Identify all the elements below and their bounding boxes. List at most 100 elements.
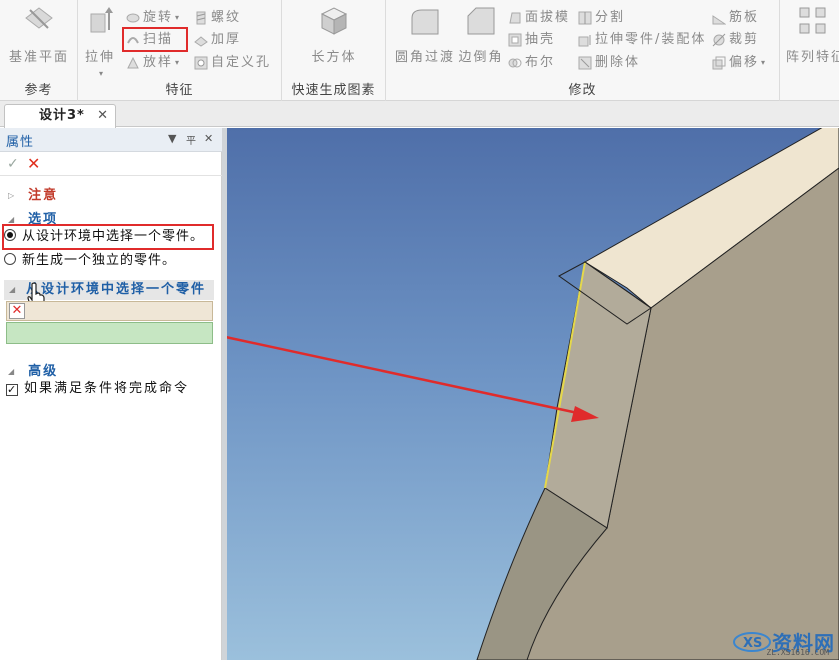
sub-section-select-part-label: 从设计环境中选择一个零件 bbox=[26, 282, 207, 297]
extrude-dropdown-icon[interactable]: ▾ bbox=[99, 69, 103, 78]
trim-button[interactable]: 裁剪 bbox=[712, 30, 759, 50]
rib-icon bbox=[712, 15, 726, 25]
radio-new-independent-part-label: 新生成一个独立的零件。 bbox=[22, 253, 177, 268]
loft-dropdown-icon[interactable]: ▾ bbox=[175, 53, 181, 73]
fillet-button[interactable]: 圆角过渡 bbox=[394, 4, 456, 65]
radio-select-from-design-label: 从设计环境中选择一个零件。 bbox=[22, 229, 205, 244]
collapse-arrow-icon: ◢ bbox=[8, 367, 17, 376]
boolean-icon bbox=[508, 58, 522, 68]
trim-label: 裁剪 bbox=[729, 32, 760, 47]
box-primitive-label: 长方体 bbox=[311, 50, 357, 65]
custom-hole-icon bbox=[194, 56, 208, 70]
3d-viewport[interactable]: XS 资料网 ZL.XS1616.COM bbox=[227, 128, 839, 660]
rib-button[interactable]: 筋板 bbox=[712, 8, 759, 28]
ribbon-group-features: 拉伸 ▾ 旋转 ▾ 扫描 放样 ▾ 螺纹 加厚 自定义孔 特征 bbox=[78, 0, 282, 101]
ribbon: 基准平面 参考 拉伸 ▾ 旋转 ▾ 扫描 放样 ▾ 螺纹 加厚 自定义孔 特征 … bbox=[0, 0, 839, 101]
split-button[interactable]: 分割 bbox=[578, 8, 625, 28]
property-panel-header: 属性 ▼ 平 ✕ bbox=[0, 128, 222, 152]
offset-dropdown-icon[interactable]: ▾ bbox=[761, 53, 767, 73]
radio-off-icon[interactable] bbox=[4, 253, 16, 265]
shell-button[interactable]: 抽壳 bbox=[508, 30, 555, 50]
chamfer-icon bbox=[467, 7, 495, 35]
face-draft-icon bbox=[509, 12, 521, 24]
tab-design3[interactable]: 设计3* ✕ bbox=[4, 104, 116, 128]
ribbon-group-quick-primitives: 长方体 快速生成图素 bbox=[282, 0, 386, 101]
pattern-feature-button[interactable]: 阵列特征 bbox=[786, 4, 839, 65]
thread-icon bbox=[196, 11, 206, 25]
auto-finish-label: 如果满足条件将完成命令 bbox=[24, 381, 190, 396]
box-primitive-button[interactable]: 长方体 bbox=[302, 4, 366, 65]
face-draft-button[interactable]: 面拔模 bbox=[508, 8, 570, 28]
loft-button[interactable]: 放样 ▾ bbox=[126, 53, 181, 73]
fillet-label: 圆角过渡 bbox=[394, 50, 455, 65]
revolve-icon bbox=[126, 13, 140, 23]
revolve-button[interactable]: 旋转 ▾ bbox=[126, 8, 181, 28]
thicken-label: 加厚 bbox=[211, 32, 242, 47]
part-selection-field[interactable]: ✕ bbox=[6, 301, 213, 321]
fillet-icon bbox=[411, 9, 439, 35]
extrude-icon bbox=[90, 7, 113, 33]
panel-action-bar: ✓ ✕ bbox=[0, 152, 222, 176]
collapse-arrow-icon: ◢ bbox=[9, 285, 18, 294]
pattern-feature-label: 阵列特征 bbox=[786, 50, 839, 65]
collapse-arrow-icon: ◢ bbox=[8, 215, 17, 224]
thread-label: 螺纹 bbox=[211, 10, 242, 25]
chamfer-button[interactable]: 边倒角 bbox=[458, 4, 504, 65]
panel-pin-icon[interactable]: 平 bbox=[186, 132, 196, 147]
loft-label: 放样 bbox=[143, 55, 174, 70]
offset-button[interactable]: 偏移 ▾ bbox=[712, 53, 767, 73]
tab-close-icon[interactable]: ✕ bbox=[97, 105, 109, 127]
boolean-button[interactable]: 布尔 bbox=[508, 53, 555, 73]
split-icon bbox=[578, 11, 592, 25]
thicken-icon bbox=[194, 36, 208, 47]
panel-title: 属性 bbox=[6, 135, 35, 150]
loft-icon bbox=[127, 56, 139, 69]
extrude-part-assembly-button[interactable]: 拉伸零件/装配体 bbox=[578, 30, 706, 50]
tab-design3-label: 设计3* bbox=[39, 108, 85, 123]
group-label-modify: 修改 bbox=[568, 83, 597, 98]
delete-body-button[interactable]: 删除体 bbox=[578, 53, 640, 73]
part-selection-list[interactable] bbox=[6, 322, 213, 344]
custom-hole-button[interactable]: 自定义孔 bbox=[194, 53, 271, 73]
document-tab-strip: 设计3* ✕ bbox=[0, 101, 839, 128]
offset-icon bbox=[712, 56, 726, 70]
watermark-url: ZL.XS1616.COM bbox=[766, 648, 829, 657]
shell-icon bbox=[508, 33, 522, 47]
group-label-reference: 参考 bbox=[24, 83, 53, 98]
extrude-part-assembly-icon bbox=[578, 35, 591, 47]
group-label-quick-primitives: 快速生成图素 bbox=[291, 83, 376, 98]
checkbox-checked-icon[interactable]: ✓ bbox=[6, 384, 18, 396]
property-panel: 属性 ▼ 平 ✕ ✓ ✕ ▷ 注意 ◢ 选项 从设计环境中选择一个零件。 新生成一个… bbox=[0, 128, 222, 660]
group-label-features: 特征 bbox=[165, 83, 194, 98]
thread-button[interactable]: 螺纹 bbox=[194, 8, 241, 28]
section-notice[interactable]: ▷ 注意 bbox=[8, 184, 58, 203]
extrude-label: 拉伸 bbox=[84, 50, 115, 65]
face-draft-label: 面拔模 bbox=[525, 10, 571, 25]
datum-plane-icon bbox=[25, 7, 53, 29]
radio-select-from-design[interactable]: 从设计环境中选择一个零件。 bbox=[4, 227, 204, 247]
rib-label: 筋板 bbox=[729, 10, 760, 25]
cancel-x-icon[interactable]: ✕ bbox=[27, 154, 40, 173]
radio-new-independent-part[interactable]: 新生成一个独立的零件。 bbox=[4, 251, 176, 271]
auto-finish-checkbox-row[interactable]: ✓ 如果满足条件将完成命令 bbox=[6, 377, 189, 396]
revolve-dropdown-icon[interactable]: ▾ bbox=[175, 8, 181, 28]
panel-menu-icon[interactable]: ▼ bbox=[168, 132, 176, 145]
split-label: 分割 bbox=[595, 10, 626, 25]
ok-check-icon[interactable]: ✓ bbox=[7, 156, 19, 172]
clear-selection-icon[interactable]: ✕ bbox=[9, 303, 25, 319]
datum-plane-button[interactable]: 基准平面 bbox=[6, 4, 72, 65]
trim-icon bbox=[712, 33, 726, 47]
pattern-feature-icon bbox=[799, 7, 825, 34]
extrude-button[interactable]: 拉伸 ▾ bbox=[82, 4, 118, 80]
offset-label: 偏移 bbox=[729, 55, 760, 70]
radio-on-icon[interactable] bbox=[4, 229, 16, 241]
box-primitive-icon bbox=[320, 7, 348, 35]
part-model-graphic bbox=[227, 128, 839, 660]
thicken-button[interactable]: 加厚 bbox=[194, 30, 241, 50]
expand-arrow-icon: ▷ bbox=[8, 191, 17, 200]
ribbon-group-reference: 基准平面 参考 bbox=[0, 0, 78, 101]
ribbon-group-modify: 圆角过渡 边倒角 面拔模 抽壳 布尔 分割 拉伸零件/装配体 删除体 筋板 裁剪… bbox=[386, 0, 780, 101]
delete-body-icon bbox=[578, 56, 592, 70]
sweep-highlight-box bbox=[122, 27, 188, 52]
panel-close-icon[interactable]: ✕ bbox=[204, 132, 213, 145]
